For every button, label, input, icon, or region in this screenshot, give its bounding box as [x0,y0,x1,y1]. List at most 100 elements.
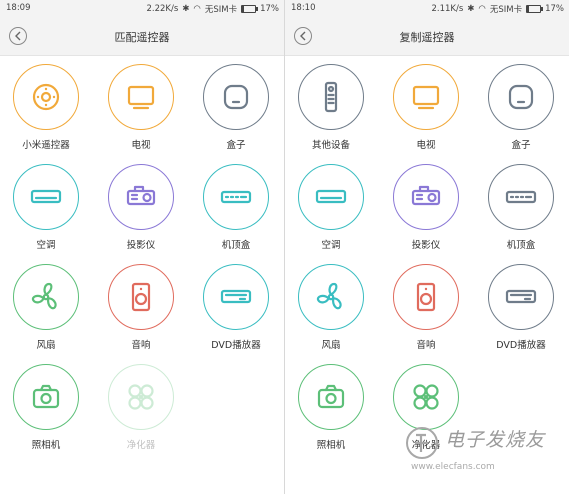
fan-icon [313,279,349,315]
match-remote-screen: 18:09 2.22K/s ✱ ◠ 无SIM卡 17% 匹配遥控器 小米遥控器 电… [0,0,284,494]
device-label: 机顶盒 [221,240,251,251]
device-circle[interactable] [488,64,554,130]
device-circle [108,364,174,430]
device-item-speaker[interactable]: 音响 [380,256,474,356]
device-circle[interactable] [298,164,364,230]
device-label: 风扇 [36,340,56,351]
purifier-icon [408,379,444,415]
dvd-player-icon [503,279,539,315]
bluetooth-icon: ✱ [467,4,475,14]
watermark: 电子发烧友 www.elecfans.com [405,422,555,480]
battery-icon [241,5,259,13]
device-item-projector[interactable]: 投影仪 [380,156,474,256]
device-circle[interactable] [108,64,174,130]
generic-remote-icon [313,79,349,115]
bluetooth-icon: ✱ [182,4,190,14]
device-label: 净化器 [126,440,156,451]
device-circle[interactable] [298,64,364,130]
device-item-projector[interactable]: 投影仪 [95,156,189,256]
device-circle[interactable] [203,64,269,130]
watermark-url: www.elecfans.com [411,462,495,472]
device-circle[interactable] [393,64,459,130]
device-item-camera[interactable]: 照相机 [0,356,94,456]
device-item-tv[interactable]: 电视 [95,56,189,156]
device-item-camera[interactable]: 照相机 [285,356,379,456]
sim-status: 无SIM卡 [489,5,523,15]
device-item-fan[interactable]: 风扇 [0,256,94,356]
status-time: 18:10 [291,3,316,13]
dvd-player-icon [218,279,254,315]
projector-icon [123,179,159,215]
device-label: 风扇 [321,340,341,351]
set-top-box-icon [218,179,254,215]
device-label: 空调 [321,240,341,251]
device-label: 机顶盒 [506,240,536,251]
device-label: 盒子 [226,140,246,151]
device-item-purifier: 净化器 [95,356,189,456]
copy-remote-screen: 18:10 2.11K/s ✱ ◠ 无SIM卡 17% 复制遥控器 其他设备 电视… [285,0,569,494]
device-circle[interactable] [203,164,269,230]
network-speed: 2.22K/s [146,4,179,14]
device-circle[interactable] [393,364,459,430]
device-item-mi-remote[interactable]: 小米遥控器 [0,56,94,156]
device-item-tv[interactable]: 电视 [380,56,474,156]
battery-percent: 17% [260,4,279,14]
device-item-air-conditioner[interactable]: 空调 [0,156,94,256]
sim-status: 无SIM卡 [204,5,238,15]
speaker-icon [123,279,159,315]
status-bar: 18:09 2.22K/s ✱ ◠ 无SIM卡 17% [0,0,284,17]
battery-percent: 17% [545,4,564,14]
device-item-fan[interactable]: 风扇 [285,256,379,356]
device-label: 空调 [36,240,56,251]
set-top-box-icon [503,179,539,215]
tv-icon [408,79,444,115]
device-circle[interactable] [298,364,364,430]
air-conditioner-icon [313,179,349,215]
device-circle[interactable] [393,264,459,330]
status-right: 2.22K/s ✱ ◠ 无SIM卡 17% [147,3,280,15]
battery-icon [526,5,544,13]
device-item-dvd-player[interactable]: DVD播放器 [475,256,569,356]
device-circle[interactable] [393,164,459,230]
device-circle[interactable] [108,164,174,230]
device-circle[interactable] [108,264,174,330]
fan-icon [28,279,64,315]
device-item-speaker[interactable]: 音响 [95,256,189,356]
projector-icon [408,179,444,215]
purifier-icon [123,379,159,415]
device-circle[interactable] [13,264,79,330]
air-conditioner-icon [28,179,64,215]
status-bar: 18:10 2.11K/s ✱ ◠ 无SIM卡 17% [285,0,569,17]
box-icon [503,79,539,115]
camera-icon [28,379,64,415]
device-item-box[interactable]: 盒子 [475,56,569,156]
device-label: 电视 [416,140,436,151]
page-title: 复制遥控器 [399,31,455,44]
page-title: 匹配遥控器 [114,31,170,44]
device-item-set-top-box[interactable]: 机顶盒 [475,156,569,256]
camera-icon [313,379,349,415]
title-bar: 匹配遥控器 [0,17,284,56]
device-label: DVD播放器 [496,340,546,351]
device-label: DVD播放器 [211,340,261,351]
device-circle[interactable] [488,264,554,330]
device-item-set-top-box[interactable]: 机顶盒 [190,156,284,256]
device-circle[interactable] [203,264,269,330]
device-label: 投影仪 [126,240,156,251]
device-item-box[interactable]: 盒子 [190,56,284,156]
device-circle[interactable] [298,264,364,330]
device-item-dvd-player[interactable]: DVD播放器 [190,256,284,356]
device-circle[interactable] [13,64,79,130]
status-right: 2.11K/s ✱ ◠ 无SIM卡 17% [432,3,565,15]
status-time: 18:09 [6,3,31,13]
device-label: 投影仪 [411,240,441,251]
device-circle[interactable] [488,164,554,230]
device-item-generic-remote[interactable]: 其他设备 [285,56,379,156]
device-item-air-conditioner[interactable]: 空调 [285,156,379,256]
box-icon [218,79,254,115]
tv-icon [123,79,159,115]
device-circle[interactable] [13,364,79,430]
device-circle[interactable] [13,164,79,230]
device-label: 照相机 [316,440,346,451]
elecfans-logo-icon [406,427,438,459]
